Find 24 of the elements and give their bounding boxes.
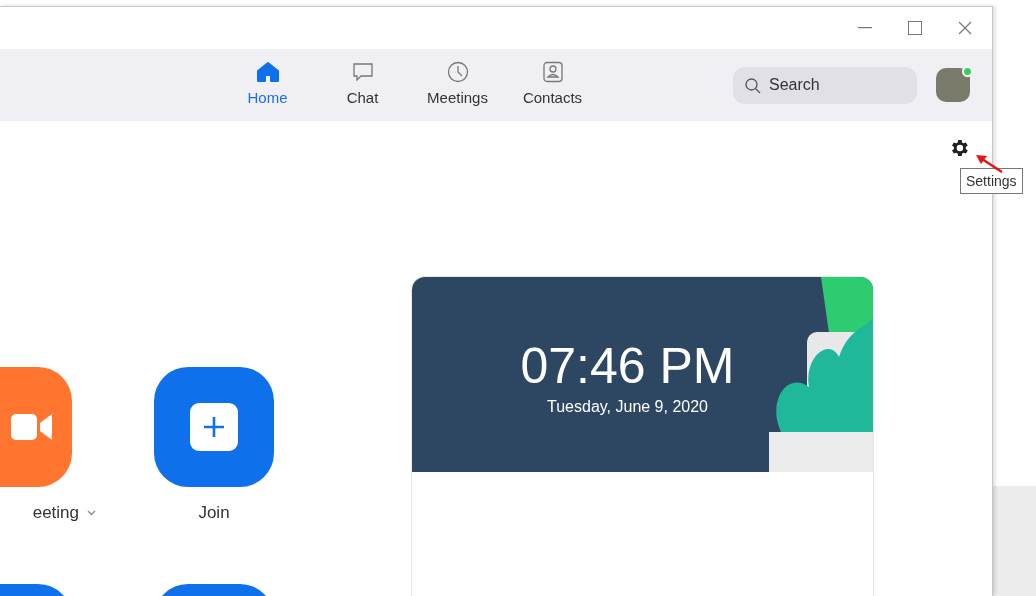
contact-icon (541, 60, 564, 83)
tile-label: Join (198, 502, 230, 525)
search-field[interactable]: Search (733, 66, 917, 104)
video-camera-icon (11, 412, 53, 442)
clock-date: Tuesday, June 9, 2020 (547, 397, 708, 417)
nav-tab[interactable]: Contacts (505, 60, 600, 110)
maximize-icon[interactable] (908, 21, 922, 35)
chat-icon (351, 60, 374, 83)
search-icon (745, 77, 761, 94)
action-tile-button[interactable] (154, 367, 274, 487)
clock-icon (446, 60, 469, 83)
tile-label: eeting (32, 502, 79, 525)
clock-time: 07:46 PM (520, 339, 735, 393)
pointer-arrow (975, 153, 1003, 173)
avatar[interactable] (936, 68, 970, 102)
nav-tab[interactable]: Chat (315, 60, 410, 110)
minimize-icon[interactable] (858, 27, 872, 29)
nav-tab[interactable]: Meetings (410, 60, 505, 110)
plus-icon (190, 403, 238, 451)
home-icon (256, 60, 279, 83)
nav-tab[interactable]: Home (220, 60, 315, 110)
settings-tooltip: Settings (960, 168, 1023, 194)
close-icon[interactable] (958, 21, 972, 35)
chevron-down-icon[interactable] (87, 510, 96, 516)
